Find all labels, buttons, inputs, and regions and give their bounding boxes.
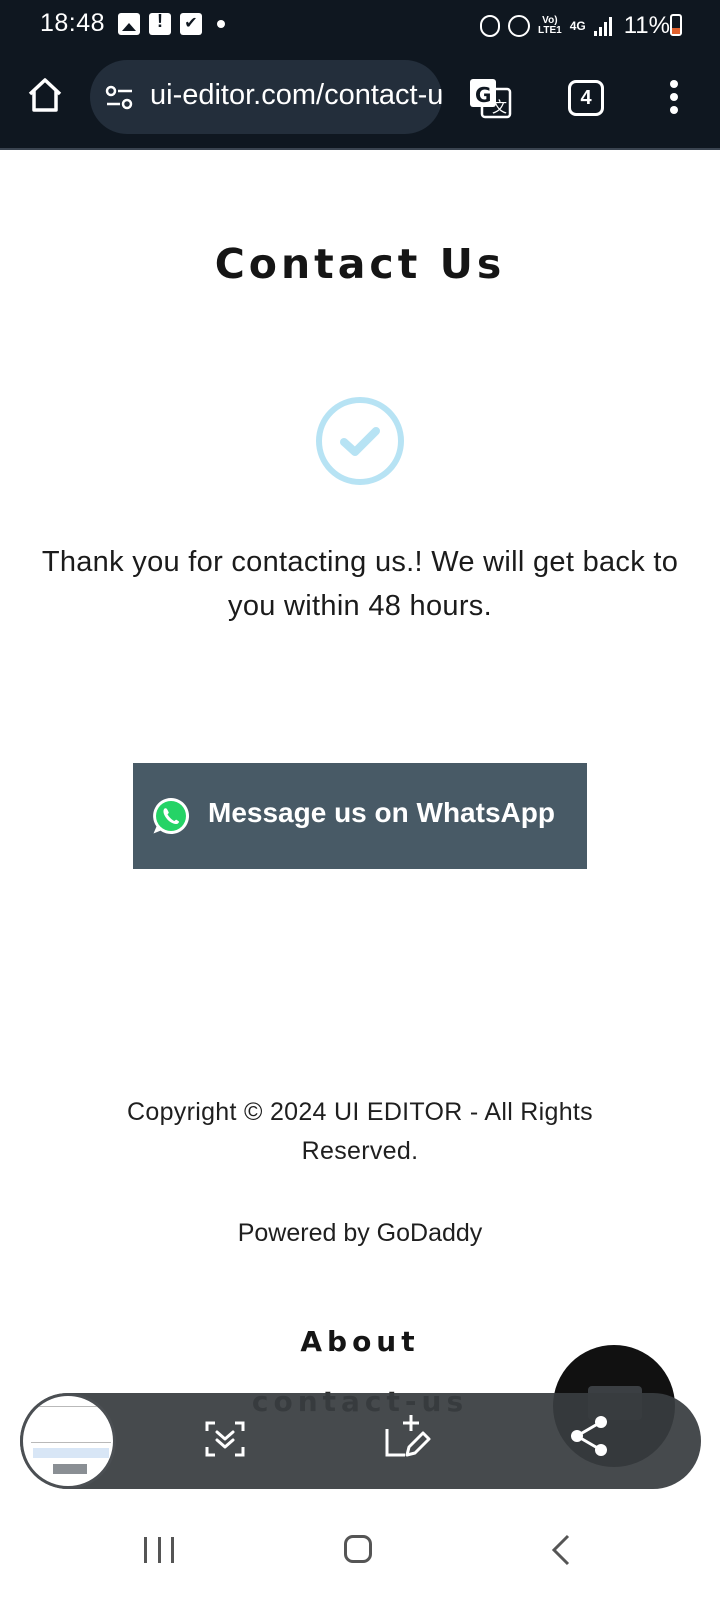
recents-button[interactable]	[144, 1537, 174, 1563]
home-button[interactable]	[344, 1535, 372, 1563]
system-icons: Vo) LTE1 4G 11%	[480, 12, 670, 40]
svg-text:G: G	[475, 83, 491, 107]
page-title: Contact Us	[214, 240, 506, 288]
back-button[interactable]	[550, 1533, 572, 1567]
check-circle-icon	[314, 395, 406, 487]
more-vert-icon[interactable]	[666, 80, 682, 118]
address-bar[interactable]: ui-editor.com/contact-us	[90, 60, 442, 134]
notification-icons	[118, 11, 225, 35]
dot-icon	[217, 20, 225, 28]
powered-by-link[interactable]: Powered by GoDaddy	[0, 1219, 720, 1248]
battery-percent: 11%	[623, 12, 670, 39]
share-icon[interactable]	[567, 1414, 611, 1458]
scroll-capture-icon[interactable]	[203, 1417, 247, 1461]
svg-text:文: 文	[492, 98, 507, 116]
image-icon	[118, 13, 140, 35]
alert-icon	[149, 11, 171, 35]
signal-icon	[593, 16, 612, 36]
status-bar: 18:48 Vo) LTE1 4G 11%	[0, 0, 720, 52]
draw-edit-icon[interactable]	[383, 1413, 433, 1463]
network-type: 4G	[569, 19, 586, 33]
copyright-text: Copyright © 2024 UI EDITOR - All Rights …	[127, 1098, 593, 1165]
system-nav-bar	[0, 1495, 720, 1600]
thank-you-message: Thank you for contacting us.! We will ge…	[41, 546, 679, 622]
status-time: 18:48	[40, 9, 106, 37]
battery-icon	[670, 14, 682, 36]
screenshot-thumbnail[interactable]	[20, 1393, 116, 1489]
tabs-button[interactable]: 4	[568, 80, 604, 116]
url-text: ui-editor.com/contact-us	[150, 79, 442, 111]
battery-saver-icon	[480, 15, 500, 37]
alarm-icon	[508, 15, 530, 37]
whatsapp-button[interactable]: Message us on WhatsApp	[133, 763, 587, 869]
whatsapp-icon	[151, 796, 191, 836]
volte-indicator: Vo) LTE1	[538, 15, 562, 36]
home-icon[interactable]	[24, 74, 66, 116]
translate-icon[interactable]: G 文	[468, 77, 512, 119]
browser-toolbar: ui-editor.com/contact-us G 文 4	[0, 52, 720, 150]
whatsapp-button-label: Message us on WhatsApp	[208, 797, 555, 828]
checkbox-icon	[180, 13, 202, 35]
site-settings-icon[interactable]	[104, 84, 136, 112]
